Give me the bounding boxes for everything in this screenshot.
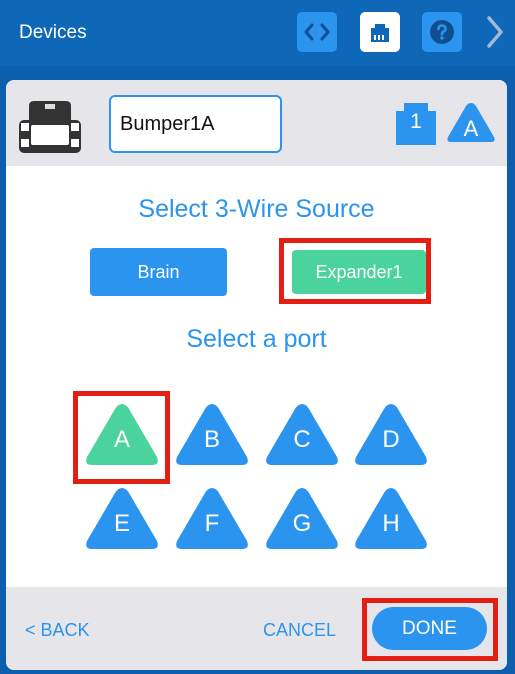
- done-button[interactable]: DONE: [372, 607, 487, 650]
- source-expander-button[interactable]: Expander1: [292, 250, 426, 294]
- devices-button[interactable]: [360, 12, 400, 52]
- port-label: F: [204, 510, 220, 537]
- port-d-button[interactable]: D: [353, 401, 429, 471]
- port-number-label: 1: [410, 110, 422, 133]
- port-icon: [371, 24, 389, 42]
- chevron-right-icon: [487, 16, 503, 48]
- port-label: B: [203, 426, 220, 453]
- port-label: G: [292, 510, 312, 537]
- port-letter-badge: A: [446, 100, 496, 145]
- port-label: D: [382, 426, 400, 453]
- help-button[interactable]: [422, 12, 462, 52]
- next-button[interactable]: [478, 12, 512, 52]
- port-f-button[interactable]: F: [174, 485, 250, 555]
- port-letter-label: A: [463, 116, 479, 141]
- back-button[interactable]: < BACK: [25, 620, 90, 641]
- port-e-button[interactable]: E: [84, 485, 160, 555]
- port-label: C: [293, 426, 311, 453]
- port-b-button[interactable]: B: [174, 401, 250, 471]
- port-c-button[interactable]: C: [264, 401, 340, 471]
- port-g-button[interactable]: G: [264, 485, 340, 555]
- source-section-title: Select 3-Wire Source: [138, 195, 375, 223]
- port-label: H: [382, 510, 400, 537]
- page-title: Devices: [19, 22, 87, 43]
- port-section-title: Select a port: [186, 325, 327, 353]
- bumper-sensor-icon: [19, 101, 81, 153]
- help-icon: [430, 20, 454, 44]
- device-header: 1 A: [6, 80, 507, 166]
- port-label: E: [113, 510, 130, 537]
- device-config-dialog: 1 A Select 3-Wire Source Brain Expander1…: [6, 80, 507, 670]
- code-view-button[interactable]: [297, 12, 337, 52]
- port-a-highlight: [73, 391, 170, 484]
- source-brain-button[interactable]: Brain: [90, 248, 227, 296]
- device-name-input[interactable]: [109, 95, 282, 153]
- port-h-button[interactable]: H: [353, 485, 429, 555]
- cancel-button[interactable]: CANCEL: [263, 620, 336, 641]
- top-bar: Devices: [0, 0, 515, 66]
- code-brackets-icon: [304, 23, 330, 41]
